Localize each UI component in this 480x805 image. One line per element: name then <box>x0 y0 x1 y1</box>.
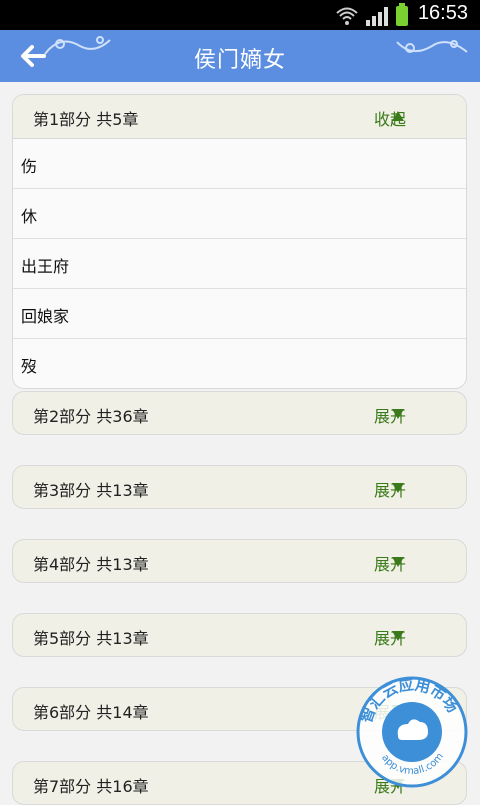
chapter-title: 休 <box>21 207 38 226</box>
signal-icon <box>366 6 388 26</box>
chapter-title: 歿 <box>21 357 38 376</box>
part-label: 第1部分 共5章 <box>33 110 139 129</box>
vmall-watermark-logo: 智汇云应用市场 app.vmall.com <box>356 676 468 788</box>
chapter-title: 出王府 <box>21 257 70 276</box>
expand-triangle-icon <box>392 631 404 641</box>
part-1-header[interactable]: 第1部分 共5章 收起 <box>13 95 466 139</box>
part-5-header[interactable]: 第5部分 共13章 展开 <box>12 613 467 657</box>
battery-icon <box>396 3 408 26</box>
chapter-item[interactable]: 出王府 <box>13 239 466 289</box>
part-label: 第3部分 共13章 <box>33 481 149 500</box>
wifi-icon <box>336 7 358 25</box>
app-bar: 侯门嫡女 <box>0 30 480 82</box>
part-label: 第6部分 共14章 <box>33 703 149 722</box>
chapter-item[interactable]: 回娘家 <box>13 289 466 339</box>
expand-triangle-icon <box>392 557 404 567</box>
chapter-item[interactable]: 休 <box>13 189 466 239</box>
collapse-triangle-icon <box>392 111 404 121</box>
chapter-title: 伤 <box>21 157 38 176</box>
expand-triangle-icon <box>392 483 404 493</box>
part-3-header[interactable]: 第3部分 共13章 展开 <box>12 465 467 509</box>
part-label: 第7部分 共16章 <box>33 777 149 796</box>
page-title: 侯门嫡女 <box>193 48 286 73</box>
part-2-header[interactable]: 第2部分 共36章 展开 <box>12 391 467 435</box>
part-label: 第2部分 共36章 <box>33 407 149 426</box>
part-label: 第4部分 共13章 <box>33 555 149 574</box>
status-bar: 16:53 <box>0 0 480 30</box>
chapter-item[interactable]: 伤 <box>13 139 466 189</box>
part-1-panel: 第1部分 共5章 收起 伤 休 出王府 回娘家 歿 <box>12 94 467 389</box>
status-icons <box>336 3 408 26</box>
part-label: 第5部分 共13章 <box>33 629 149 648</box>
part-4-header[interactable]: 第4部分 共13章 展开 <box>12 539 467 583</box>
chapter-title: 回娘家 <box>21 307 70 326</box>
chapter-item[interactable]: 歿 <box>13 339 466 388</box>
expand-triangle-icon <box>392 409 404 419</box>
status-time: 16:53 <box>417 2 468 24</box>
